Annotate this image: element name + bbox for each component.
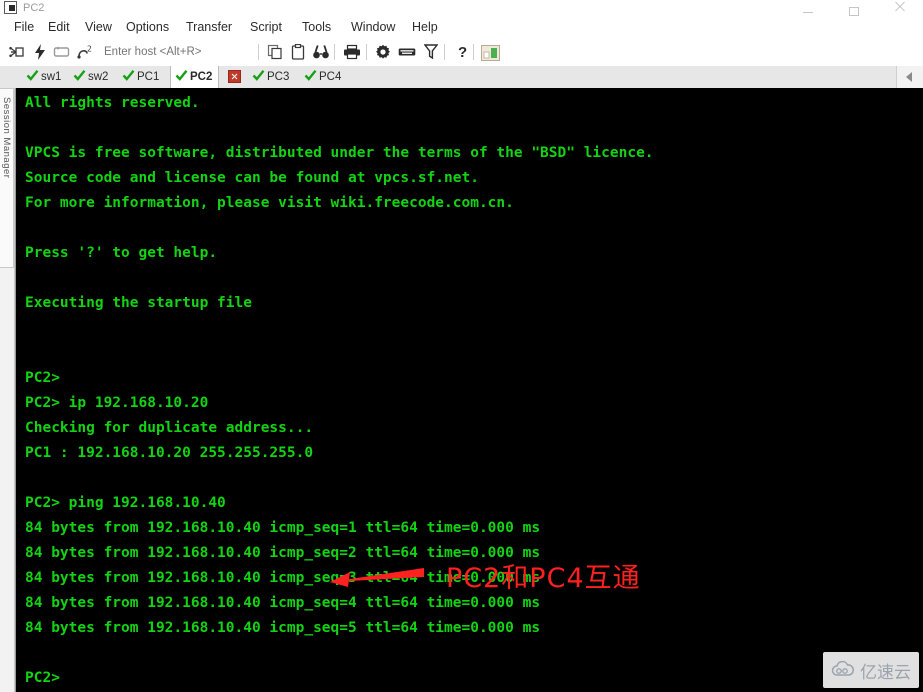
toolbar-separator-1 — [258, 44, 259, 60]
window-title: PC2 — [23, 2, 45, 14]
print-icon[interactable] — [341, 42, 363, 62]
connect-icon[interactable] — [6, 42, 28, 62]
session-manager-label: Session Manager — [1, 97, 12, 179]
close-icon — [895, 1, 905, 12]
tab-label: sw1 — [41, 71, 62, 83]
terminal-line: Source code and license can be found at … — [25, 170, 479, 186]
menu-tools[interactable]: Tools — [296, 16, 337, 38]
terminal-line: PC1 : 192.168.10.20 255.255.255.0 — [25, 445, 314, 461]
check-icon — [252, 68, 265, 81]
help-question-icon[interactable]: ? — [452, 42, 474, 62]
tab-label: PC3 — [267, 71, 290, 83]
copy-icon[interactable] — [264, 42, 286, 62]
menu-help[interactable]: Help — [406, 16, 444, 38]
terminal-line: Checking for duplicate address... — [25, 420, 314, 436]
check-icon — [304, 68, 317, 81]
find-icon[interactable] — [310, 42, 332, 62]
toolbar-separator-5 — [473, 44, 474, 60]
terminal-line: Press '?' to get help. — [25, 245, 218, 261]
annotation-text: PC2和PC4互通 — [446, 563, 641, 594]
menu-bar: File Edit View Options Transfer Script T… — [0, 16, 923, 38]
terminal-line: PC2> ip 192.168.10.20 — [25, 395, 209, 411]
check-icon — [175, 68, 188, 81]
tab-label: PC2 — [190, 71, 213, 83]
keyboard-icon[interactable] — [396, 42, 418, 62]
tab-pc1[interactable]: PC1 — [118, 66, 165, 88]
reconnect-icon[interactable] — [51, 42, 73, 62]
application-window: PC2 File Edit View Options Transfer Scri… — [0, 0, 923, 692]
session-manager-tab[interactable]: Session Manager — [0, 88, 14, 268]
window-controls — [783, 0, 923, 16]
watermark: 亿速云 — [823, 652, 919, 688]
terminal-line: Executing the startup file — [25, 295, 252, 311]
toolbar-separator-4 — [444, 44, 445, 60]
terminal-line: 84 bytes from 192.168.10.40 icmp_seq=5 t… — [25, 620, 541, 636]
menu-edit[interactable]: Edit — [42, 16, 76, 38]
tab-sw1[interactable]: sw1 — [22, 66, 67, 88]
session-manager-strip: Session Manager — [0, 88, 15, 692]
cloud-logo-icon — [831, 661, 855, 676]
settings-gear-icon[interactable] — [372, 42, 394, 62]
tab-bar: sw1 sw2 PC1 PC2 PC3 PC4 — [0, 66, 923, 89]
minimize-button[interactable] — [785, 0, 831, 16]
title-bar: PC2 — [0, 0, 923, 16]
terminal-line: 84 bytes from 192.168.10.40 icmp_seq=1 t… — [25, 520, 541, 536]
menu-view[interactable]: View — [79, 16, 118, 38]
menu-script[interactable]: Script — [244, 16, 288, 38]
terminal-line: VPCS is free software, distributed under… — [25, 145, 654, 161]
menu-transfer[interactable]: Transfer — [180, 16, 238, 38]
tab-pc4[interactable]: PC4 — [300, 66, 347, 88]
tab-pc3[interactable]: PC3 — [248, 66, 295, 88]
tab-sw2[interactable]: sw2 — [69, 66, 114, 88]
check-icon — [26, 68, 39, 81]
terminal-line: All rights reserved. — [25, 95, 200, 111]
terminal-panel[interactable]: All rights reserved. VPCS is free softwa… — [15, 88, 923, 692]
watermark-text: 亿速云 — [860, 662, 911, 683]
terminal-line: PC2> — [25, 370, 69, 386]
quick-connect-icon[interactable] — [29, 42, 51, 62]
svg-text:2: 2 — [87, 45, 92, 54]
tab-label: sw2 — [88, 71, 109, 83]
paste-icon[interactable] — [287, 42, 309, 62]
tab-label: PC1 — [137, 71, 160, 83]
tab-scroll-left-button[interactable] — [896, 66, 923, 88]
menu-window[interactable]: Window — [345, 16, 401, 38]
annotation-arrow-icon — [330, 568, 424, 587]
tab-pc2[interactable]: PC2 — [170, 66, 220, 88]
terminal-line: PC2> ping 192.168.10.40 — [25, 495, 226, 511]
menu-options[interactable]: Options — [120, 16, 175, 38]
svg-text:?: ? — [458, 44, 467, 60]
close-button[interactable] — [877, 0, 923, 16]
check-icon — [73, 68, 86, 81]
tab-label: PC4 — [319, 71, 342, 83]
toolbar-separator-3 — [366, 44, 367, 60]
tab-close-button[interactable] — [228, 70, 241, 83]
image-preview-icon[interactable] — [481, 45, 500, 61]
host-input[interactable] — [104, 43, 249, 61]
terminal-line: PC2> — [25, 670, 69, 686]
chevron-left-icon — [906, 72, 912, 82]
disconnect-icon[interactable]: 2 — [74, 42, 96, 62]
terminal-line: For more information, please visit wiki.… — [25, 195, 514, 211]
toolbar-separator-2 — [334, 44, 335, 60]
menu-file[interactable]: File — [8, 16, 40, 38]
filter-icon[interactable] — [420, 42, 442, 62]
application-icon — [4, 1, 17, 14]
maximize-button[interactable] — [831, 0, 877, 16]
toolbar: 2 Enter host <Alt+R> ? — [0, 38, 923, 67]
check-icon — [122, 68, 135, 81]
terminal-output: All rights reserved. VPCS is free softwa… — [25, 91, 923, 691]
